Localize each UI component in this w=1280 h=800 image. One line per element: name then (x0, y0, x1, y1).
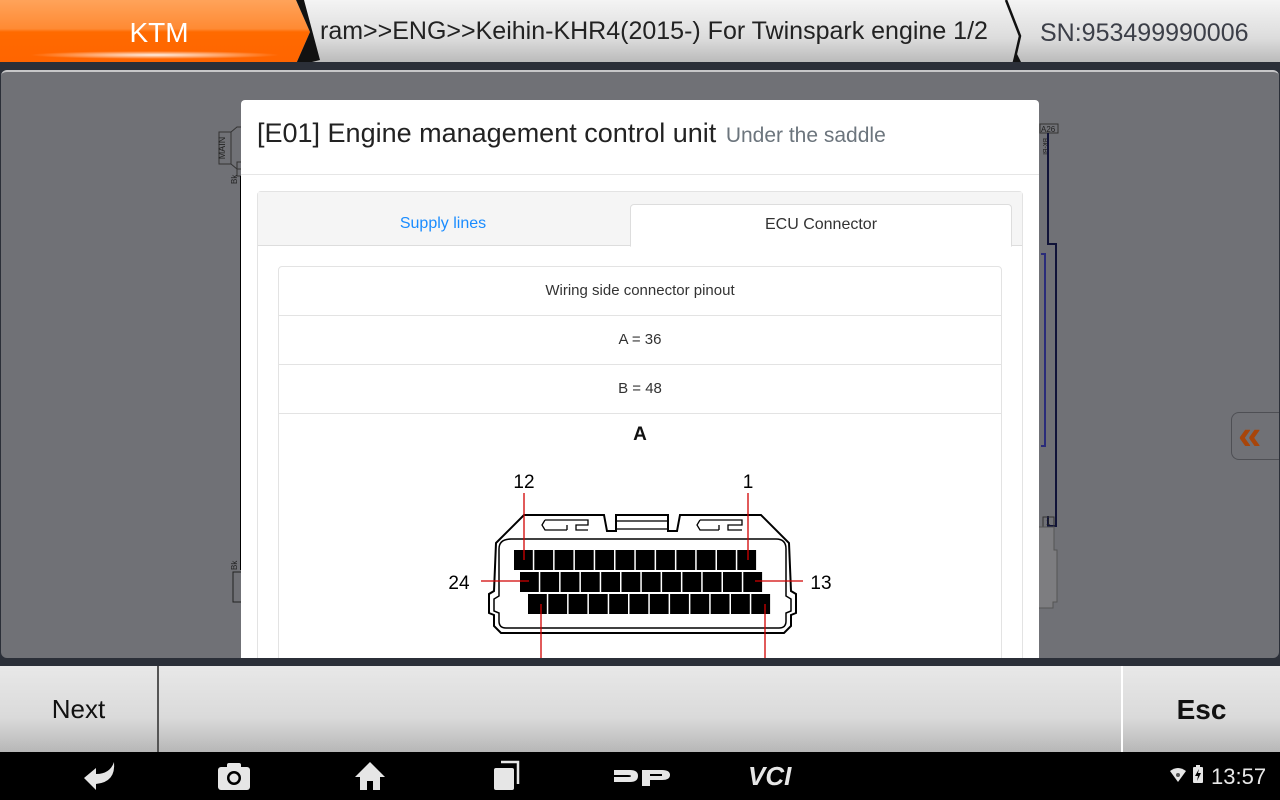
connector-pin (690, 594, 710, 614)
connector-pin (588, 594, 608, 614)
component-location: Under the saddle (725, 124, 886, 147)
connector-pin (662, 572, 681, 592)
serial-number: SN:953499990006 (1040, 19, 1249, 47)
breadcrumb-separator (1004, 0, 1022, 64)
system-nav-bar: VCI 13:57 (0, 752, 1280, 800)
back-icon[interactable] (80, 760, 120, 792)
connector-pin (641, 572, 661, 592)
wire-label: Bk (230, 560, 239, 570)
connector-pin (656, 550, 675, 570)
tab-ecu-connector[interactable]: ECU Connector (630, 204, 1012, 247)
connector-pin (629, 594, 649, 614)
pin-callout-label: 24 (448, 573, 470, 594)
next-button[interactable]: Next (0, 666, 159, 752)
main-fuse-symbol: MAIN (217, 126, 244, 177)
app-root: KTM ram>>ENG>>Keihin-KHR4(2015-) For Twi… (0, 0, 1280, 800)
brand-label: KTM (129, 17, 189, 48)
connector-pin (670, 594, 689, 614)
modal-title: [E01] Engine management control unit Und… (257, 118, 886, 149)
pinout-table: Wiring side connector pinout A = 36 B = … (278, 266, 1002, 675)
pinout-row: B = 48 (279, 365, 1001, 414)
connector-pin (601, 572, 620, 592)
connector-pin (580, 572, 600, 592)
wire-label: Bk (230, 174, 239, 184)
connector-pin (520, 572, 539, 592)
top-header: KTM ram>>ENG>>Keihin-KHR4(2015-) For Twi… (0, 0, 1280, 64)
connector-pin (560, 572, 580, 592)
connector-pin (702, 572, 722, 592)
connector-pin (710, 594, 730, 614)
connector-pin (540, 572, 560, 592)
connector-pin (717, 550, 736, 570)
connector-pin (751, 594, 771, 614)
svg-text:MAIN: MAIN (217, 137, 227, 160)
connector-pin (609, 594, 628, 614)
dp-logo-icon[interactable] (612, 760, 672, 792)
connector-diagram[interactable]: 12 1 24 13 (279, 414, 1001, 674)
modal-header: [E01] Engine management control unit Und… (241, 100, 1039, 175)
wire-blue (1041, 253, 1046, 447)
connector-pin (595, 550, 614, 570)
footer-toolbar: Next Esc (0, 664, 1280, 752)
connector-pin (534, 550, 554, 570)
connector-pin (568, 594, 588, 614)
pinout-heading: Wiring side connector pinout (279, 267, 1001, 316)
esc-button[interactable]: Esc (1121, 666, 1280, 752)
wifi-icon (1170, 768, 1186, 782)
connector-diagram-block: A 12 1 24 13 (279, 414, 1001, 674)
pin-callout-label: 13 (810, 573, 831, 594)
tab-supply-lines[interactable]: Supply lines (258, 204, 628, 246)
home-icon[interactable] (354, 760, 386, 792)
pinout-row: A = 36 (279, 316, 1001, 365)
brand-tab[interactable]: KTM (0, 0, 320, 64)
pin-callout-label: 12 (513, 472, 534, 493)
status-clock: 13:57 (1211, 764, 1267, 789)
connector-pin (676, 550, 696, 570)
connector-pin (615, 550, 635, 570)
screenshot-camera-icon[interactable] (217, 760, 251, 792)
battery-charging-icon (1193, 765, 1203, 783)
connector-pin (621, 572, 641, 592)
connector-pin (737, 550, 757, 570)
vci-icon[interactable]: VCI (748, 760, 812, 792)
wire-label: Bk-Bl (1041, 138, 1048, 155)
pin-label: A26 (1041, 125, 1056, 134)
svg-text:VCI: VCI (748, 761, 792, 791)
side-panel-toggle[interactable]: « (1231, 412, 1279, 460)
component-name: [E01] Engine management control unit (257, 118, 717, 148)
connector-pin (574, 550, 594, 570)
connector-pin (743, 572, 763, 592)
connector-pin (528, 594, 547, 614)
double-chevron-left-icon: « (1238, 411, 1262, 458)
connector-pin (682, 572, 702, 592)
tab-bar: Supply lines ECU Connector (258, 192, 1022, 247)
connector-pin (554, 550, 574, 570)
recent-apps-icon[interactable] (492, 760, 522, 792)
connector-pin (548, 594, 568, 614)
connector-pin (649, 594, 669, 614)
connector-pin (696, 550, 716, 570)
connector-pin (635, 550, 655, 570)
wire-bk-bl (1047, 133, 1057, 527)
pin-label: 1 (1046, 518, 1051, 527)
pin-callout-label: 1 (743, 472, 754, 493)
connector-pin (731, 594, 750, 614)
breadcrumb: ram>>ENG>>Keihin-KHR4(2015-) For Twinspa… (320, 17, 988, 45)
header-divider (0, 62, 1280, 70)
connector-housing (1039, 526, 1058, 609)
connector-pin (723, 572, 742, 592)
